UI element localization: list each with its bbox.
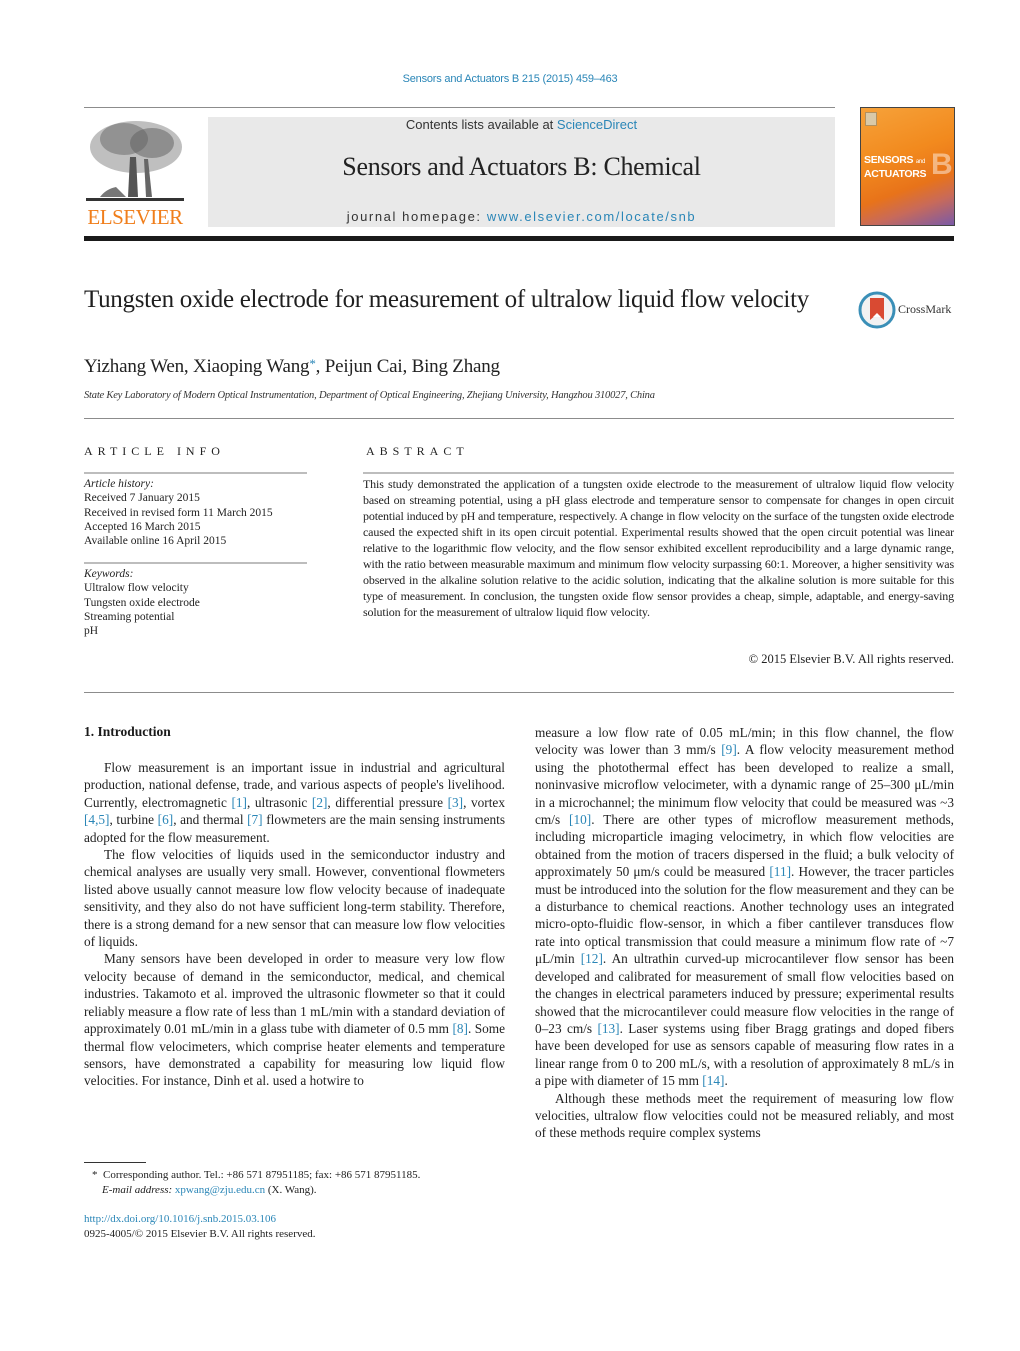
citation-link[interactable]: [14]	[702, 1073, 724, 1088]
cover-line1-small: and	[915, 159, 925, 165]
elsevier-logo[interactable]: ELSEVIER	[84, 117, 186, 229]
abstract-heading: ABSTRACT	[366, 444, 469, 458]
citation-link[interactable]: [12]	[581, 951, 603, 966]
author-name[interactable]: Peijun Cai	[325, 356, 403, 377]
body-text: .	[724, 1073, 728, 1089]
crossmark-icon	[858, 291, 896, 329]
email-link[interactable]: xpwang@zju.edu.cn	[175, 1184, 265, 1196]
footnote-mark: *	[92, 1169, 98, 1181]
keywords-label: Keywords:	[84, 568, 134, 580]
section-heading-introduction: 1. Introduction	[84, 724, 171, 739]
contents-line: Contents lists available at ScienceDirec…	[208, 117, 835, 132]
cover-emblem-icon	[865, 112, 877, 126]
keyword-item: pH	[84, 625, 99, 638]
corresponding-author-text: Corresponding author. Tel.: +86 571 8795…	[103, 1169, 421, 1181]
article-history: Article history: Received 7 January 2015…	[84, 477, 273, 548]
history-item: Available online 16 April 2015	[84, 535, 227, 548]
crossmark-label: CrossMark	[898, 302, 952, 316]
header-divider	[84, 107, 835, 108]
cover-line2: ACTUATORS	[864, 168, 927, 180]
footnote-divider	[84, 1162, 146, 1163]
body-text: The flow velocities of liquids used in t…	[84, 847, 505, 950]
footnote: * Corresponding author. Tel.: +86 571 87…	[92, 1168, 420, 1197]
journal-homepage-line: journal homepage: www.elsevier.com/locat…	[208, 209, 835, 224]
journal-homepage-link[interactable]: www.elsevier.com/locate/snb	[487, 209, 696, 224]
affiliation-divider	[84, 418, 954, 419]
abstract-copyright: © 2015 Elsevier B.V. All rights reserved…	[748, 652, 954, 666]
body-paragraph: Many sensors have been developed in orde…	[84, 950, 505, 1089]
header-thick-divider	[84, 236, 954, 241]
body-text: , and thermal	[173, 812, 248, 828]
journal-reference-link[interactable]: Sensors and Actuators B 215 (2015) 459–4…	[0, 73, 1020, 85]
elsevier-wordmark: ELSEVIER	[87, 205, 183, 229]
contents-prefix: Contents lists available at	[405, 117, 557, 132]
article-info-heading: ARTICLE INFO	[84, 444, 225, 458]
author-list: Yizhang Wen, Xiaoping Wang*, Peijun Cai,…	[84, 356, 500, 378]
citation-link[interactable]: [2]	[312, 795, 328, 810]
abstract-text: This study demonstrated the application …	[363, 477, 954, 619]
article-title: Tungsten oxide electrode for measurement…	[84, 286, 809, 313]
citation-link[interactable]: [11]	[769, 864, 791, 879]
citation-link[interactable]: [3]	[448, 795, 464, 810]
body-text: , turbine	[109, 812, 158, 828]
body-paragraph: Although these methods meet the requirem…	[535, 1090, 954, 1142]
homepage-prefix: journal homepage:	[346, 209, 487, 224]
body-column-right: measure a low flow rate of 0.05 mL/min; …	[535, 724, 954, 1142]
cover-line1: SENSORS	[864, 154, 914, 166]
keywords-divider	[84, 562, 307, 564]
author-name[interactable]: Yizhang Wen	[84, 356, 184, 377]
citation-link[interactable]: [7]	[247, 812, 263, 827]
body-paragraph: Flow measurement is an important issue i…	[84, 759, 505, 846]
article-history-label: Article history:	[84, 478, 154, 490]
body-paragraph: measure a low flow rate of 0.05 mL/min; …	[535, 724, 954, 1090]
abstract-end-divider	[84, 692, 954, 693]
body-text: , vortex	[463, 794, 505, 810]
author-separator: ,	[315, 356, 325, 377]
body-text: , ultrasonic	[247, 794, 312, 810]
keyword-item: Streaming potential	[84, 610, 175, 623]
citation-link[interactable]: [8]	[452, 1021, 468, 1036]
citation-link[interactable]: [1]	[231, 795, 247, 810]
citation-link[interactable]: [6]	[158, 812, 174, 827]
email-label: E-mail address:	[102, 1183, 175, 1196]
author-name[interactable]: Bing Zhang	[412, 356, 500, 377]
body-text: , differential pressure	[327, 794, 448, 810]
keyword-item: Ultralow flow velocity	[84, 582, 189, 595]
crossmark-button[interactable]: CrossMark	[858, 290, 958, 330]
author-separator: ,	[402, 356, 412, 377]
cover-letter: B	[931, 148, 953, 181]
keywords: Keywords: Ultralow flow velocity Tungste…	[84, 567, 200, 638]
abstract-divider	[363, 472, 954, 474]
corresponding-author-note: * Corresponding author. Tel.: +86 571 87…	[92, 1168, 420, 1183]
history-item: Received 7 January 2015	[84, 492, 200, 505]
journal-cover-image[interactable]: B SENSORS and ACTUATORS	[860, 107, 955, 226]
keyword-item: Tungsten oxide electrode	[84, 596, 200, 609]
history-item: Received in revised form 11 March 2015	[84, 506, 273, 519]
elsevier-tree-icon	[86, 117, 184, 203]
affiliation: State Key Laboratory of Modern Optical I…	[84, 390, 655, 401]
body-column-left: Flow measurement is an important issue i…	[84, 759, 505, 1090]
email-note: E-mail address: xpwang@zju.edu.cn (X. Wa…	[92, 1183, 420, 1198]
author-separator: ,	[183, 356, 193, 377]
author-name[interactable]: Xiaoping Wang	[193, 356, 310, 377]
issn-line: 0925-4005/© 2015 Elsevier B.V. All right…	[84, 1227, 316, 1240]
sciencedirect-link[interactable]: ScienceDirect	[557, 117, 637, 132]
body-text: Although these methods meet the requirem…	[535, 1090, 954, 1141]
article-info-divider	[84, 472, 307, 474]
body-paragraph: The flow velocities of liquids used in t…	[84, 846, 505, 950]
cover-title: SENSORS and ACTUATORS	[864, 154, 927, 180]
citation-link[interactable]: [9]	[721, 742, 737, 757]
citation-link[interactable]: [4,5]	[84, 812, 109, 827]
citation-link[interactable]: [13]	[597, 1021, 619, 1036]
history-item: Accepted 16 March 2015	[84, 520, 201, 533]
journal-title: Sensors and Actuators B: Chemical	[342, 152, 701, 181]
body-text: Many sensors have been developed in orde…	[84, 951, 505, 1037]
email-suffix: (X. Wang).	[265, 1183, 317, 1196]
doi-block: http://dx.doi.org/10.1016/j.snb.2015.03.…	[84, 1212, 316, 1241]
doi-link[interactable]: http://dx.doi.org/10.1016/j.snb.2015.03.…	[84, 1212, 316, 1227]
citation-link[interactable]: [10]	[569, 812, 591, 827]
